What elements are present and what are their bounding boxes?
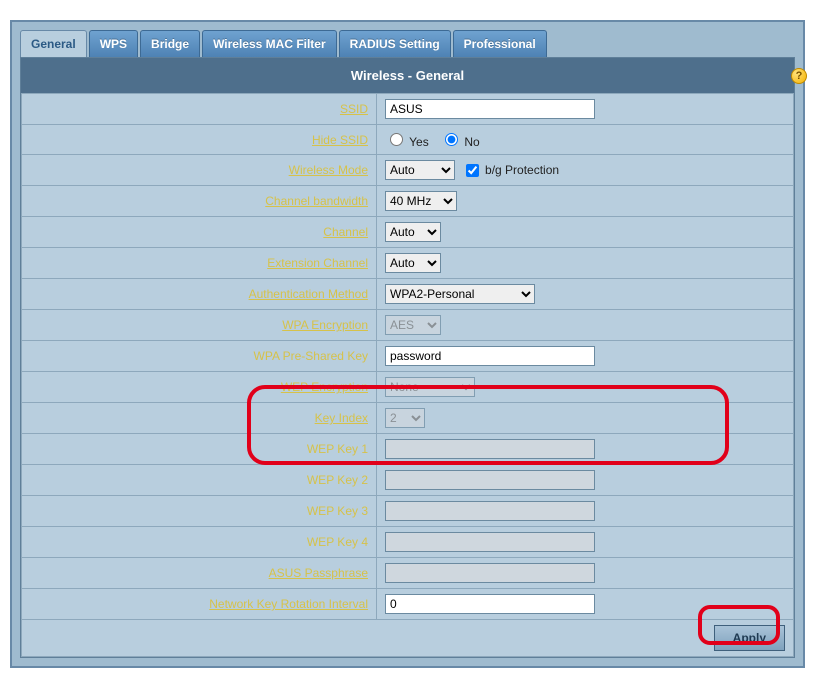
wep4-input bbox=[385, 532, 595, 552]
label-wep3: WEP Key 3 bbox=[307, 504, 368, 518]
wpa-psk-input[interactable] bbox=[385, 346, 595, 366]
key-index-select: 2 bbox=[385, 408, 425, 428]
tab-general[interactable]: General bbox=[20, 30, 87, 57]
asus-pass-input bbox=[385, 563, 595, 583]
hide-ssid-no[interactable] bbox=[445, 133, 458, 146]
label-wpa-psk: WPA Pre-Shared Key bbox=[254, 349, 369, 363]
tabs-bar: General WPS Bridge Wireless MAC Filter R… bbox=[12, 22, 803, 57]
bg-protection-checkbox[interactable] bbox=[466, 164, 479, 177]
apply-button[interactable]: Apply bbox=[714, 625, 785, 651]
label-channel[interactable]: Channel bbox=[323, 225, 368, 239]
label-wep-enc[interactable]: WEP Encryption bbox=[281, 380, 368, 394]
ext-channel-select[interactable]: Auto bbox=[385, 253, 441, 273]
label-wpa-enc[interactable]: WPA Encryption bbox=[282, 318, 368, 332]
label-net-rotation[interactable]: Network Key Rotation Interval bbox=[209, 597, 368, 611]
hide-ssid-yes[interactable] bbox=[390, 133, 403, 146]
label-auth-method[interactable]: Authentication Method bbox=[249, 287, 368, 301]
label-wireless-mode[interactable]: Wireless Mode bbox=[289, 163, 368, 177]
bg-protection-label: b/g Protection bbox=[485, 163, 559, 177]
radio-no-label: No bbox=[464, 135, 479, 149]
label-ssid[interactable]: SSID bbox=[340, 102, 368, 116]
panel-title: Wireless - General bbox=[21, 58, 794, 93]
net-rotation-input[interactable] bbox=[385, 594, 595, 614]
label-ext-channel[interactable]: Extension Channel bbox=[267, 256, 368, 270]
wep3-input bbox=[385, 501, 595, 521]
help-icon[interactable]: ? bbox=[791, 68, 807, 84]
channel-select[interactable]: Auto bbox=[385, 222, 441, 242]
tab-bridge[interactable]: Bridge bbox=[140, 30, 200, 57]
wep1-input bbox=[385, 439, 595, 459]
tab-radius[interactable]: RADIUS Setting bbox=[339, 30, 451, 57]
label-key-index[interactable]: Key Index bbox=[315, 411, 368, 425]
settings-table: SSID Hide SSID Yes No Wireless Mode Auto… bbox=[21, 93, 794, 657]
label-wep2: WEP Key 2 bbox=[307, 473, 368, 487]
tab-mac-filter[interactable]: Wireless MAC Filter bbox=[202, 30, 337, 57]
wep2-input bbox=[385, 470, 595, 490]
radio-yes-label: Yes bbox=[409, 135, 429, 149]
auth-method-select[interactable]: WPA2-Personal bbox=[385, 284, 535, 304]
channel-bw-select[interactable]: 40 MHz bbox=[385, 191, 457, 211]
wireless-mode-select[interactable]: Auto bbox=[385, 160, 455, 180]
label-asus-pass[interactable]: ASUS Passphrase bbox=[269, 566, 368, 580]
label-wep4: WEP Key 4 bbox=[307, 535, 368, 549]
tab-wps[interactable]: WPS bbox=[89, 30, 138, 57]
ssid-input[interactable] bbox=[385, 99, 595, 119]
wep-enc-select: None bbox=[385, 377, 475, 397]
tab-professional[interactable]: Professional bbox=[453, 30, 547, 57]
label-wep1: WEP Key 1 bbox=[307, 442, 368, 456]
label-hide-ssid[interactable]: Hide SSID bbox=[312, 133, 368, 147]
wpa-enc-select[interactable]: AES bbox=[385, 315, 441, 335]
label-channel-bw[interactable]: Channel bandwidth bbox=[265, 194, 368, 208]
